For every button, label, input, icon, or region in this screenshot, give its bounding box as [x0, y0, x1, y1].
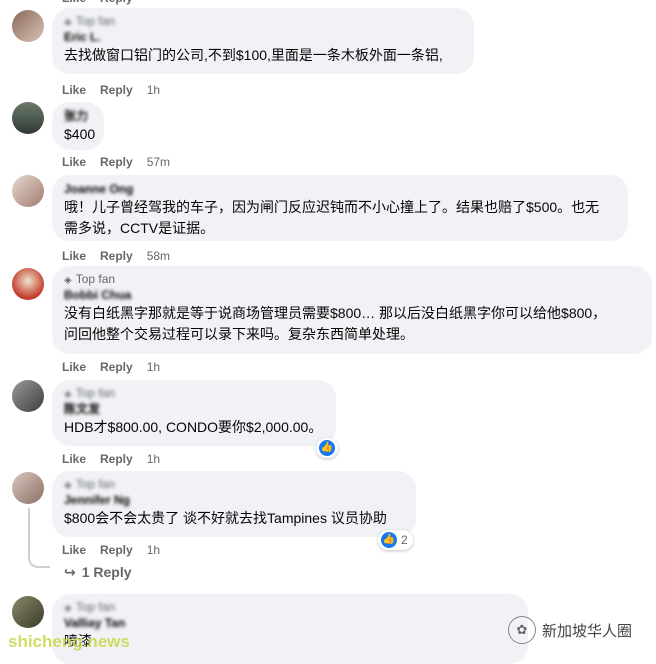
top-fan-badge: ◈ Top fan — [64, 14, 116, 28]
comment-text-line-2: 问回他整个交易过程可以录下来吗。复杂东西简单处理。 — [64, 326, 414, 342]
comment-bubble: ◈ Top fan Eric L. 去找做窗口铝门的公司,不到$100,里面是一条… — [52, 8, 474, 74]
reply-button[interactable]: Reply — [100, 452, 133, 466]
commenter-name[interactable]: Jennifer Ng — [64, 492, 404, 508]
comment-actions: Like Reply 1h — [62, 359, 160, 375]
comment-text-line-1: 没有白纸黑字那就是等于说商场管理员需要$800… 那以后没白纸黑字你可以给他$8… — [64, 305, 607, 321]
timestamp[interactable]: 57m — [147, 155, 170, 169]
commenter-name[interactable]: Valliay Tan — [64, 615, 516, 631]
diamond-icon: ◈ — [64, 603, 72, 614]
avatar[interactable] — [12, 380, 44, 412]
comment-actions: Like Reply 1h — [62, 451, 160, 467]
comment-text: 去找做窗口铝门的公司,不到$100,里面是一条木板外面一条铝, — [64, 47, 443, 63]
commenter-name[interactable]: 张力 — [64, 108, 92, 124]
comment-bubble: ◈ Top fan Bobbi Chua 没有白纸黑字那就是等于说商场管理员需要$… — [52, 266, 652, 354]
comment-actions: Like Reply 58m — [62, 248, 170, 264]
commenter-name[interactable]: Joanne Ong — [64, 181, 616, 197]
comment-bubble: ◈ Top fan 陈文发 HDB才$800.00, CONDO要你$2,000.… — [52, 380, 336, 446]
comment-actions: Like Reply 1h — [62, 542, 160, 558]
wechat-icon: ✿ — [508, 616, 536, 644]
timestamp[interactable]: 1h — [147, 452, 160, 466]
reply-button[interactable]: Reply — [100, 155, 133, 169]
comment-text-line-1: 哦！儿子曾经驾我的车子，因为闸门反应迟钝而不小心撞上了。结果也赔了$500。也无 — [64, 199, 600, 215]
commenter-name[interactable]: 陈文发 — [64, 401, 324, 417]
reaction-number: 2 — [401, 533, 408, 547]
diamond-icon: ◈ — [64, 17, 72, 28]
comment-text-line-2: 需多说，CCTV是证据。 — [64, 220, 215, 236]
like-button[interactable]: Like — [62, 83, 86, 97]
like-button[interactable]: Like — [62, 452, 86, 466]
thread-line — [28, 508, 50, 568]
like-button[interactable]: Like — [62, 249, 86, 263]
avatar[interactable] — [12, 102, 44, 134]
like-button[interactable]: Like — [62, 360, 86, 374]
avatar[interactable] — [12, 10, 44, 42]
top-fan-badge: ◈ Top fan — [64, 600, 116, 614]
view-replies-link[interactable]: ↪ 1 Reply — [64, 564, 132, 581]
commenter-name[interactable]: Eric L. — [64, 29, 462, 45]
comment-bubble: Joanne Ong 哦！儿子曾经驾我的车子，因为闸门反应迟钝而不小心撞上了。结… — [52, 175, 628, 241]
like-button[interactable]: Like — [62, 0, 86, 5]
watermark-channel: ✿ 新加坡华人圈 — [508, 616, 632, 644]
like-button[interactable]: Like — [62, 543, 86, 557]
reply-button[interactable]: Reply — [100, 249, 133, 263]
comment-actions: Like Reply 1h — [62, 82, 160, 98]
reply-button[interactable]: Reply — [100, 360, 133, 374]
top-fan-badge: ◈ Top fan — [64, 386, 116, 400]
comment-text: HDB才$800.00, CONDO要你$2,000.00。 — [64, 419, 323, 435]
comment-bubble: ◈ Top fan Jennifer Ng $800会不会太贵了 谈不好就去找Ta… — [52, 471, 416, 537]
reaction-count[interactable]: 👍 2 — [378, 530, 413, 550]
avatar[interactable] — [12, 268, 44, 300]
top-fan-badge: ◈ Top fan — [64, 272, 116, 286]
diamond-icon: ◈ — [64, 389, 72, 400]
reply-button[interactable]: Reply — [100, 0, 133, 5]
diamond-icon: ◈ — [64, 275, 72, 286]
diamond-icon: ◈ — [64, 480, 72, 491]
comment-actions: Like Reply 57m — [62, 154, 170, 170]
comment-actions-top: Like Reply — [62, 0, 147, 6]
comment-text: 喷漆 — [64, 633, 92, 649]
comment-text: $800会不会太贵了 谈不好就去找Tampines 议员协助 — [64, 510, 387, 526]
timestamp[interactable]: 1h — [147, 83, 160, 97]
comment-bubble: ◈ Top fan Valliay Tan 喷漆 — [52, 594, 528, 664]
top-fan-badge: ◈ Top fan — [64, 477, 116, 491]
timestamp[interactable]: 58m — [147, 249, 170, 263]
reply-arrow-icon: ↪ — [64, 564, 76, 580]
reaction-count[interactable]: 👍 — [316, 438, 338, 458]
commenter-name[interactable]: Bobbi Chua — [64, 287, 640, 303]
avatar[interactable] — [12, 596, 44, 628]
timestamp[interactable]: 1h — [147, 360, 160, 374]
reply-button[interactable]: Reply — [100, 83, 133, 97]
avatar[interactable] — [12, 175, 44, 207]
avatar[interactable] — [12, 472, 44, 504]
comment-bubble: 张力 $400 — [52, 102, 104, 150]
watermark-shicheng: shicheng.news — [8, 632, 130, 651]
thumbs-up-icon: 👍 — [381, 532, 397, 548]
reply-button[interactable]: Reply — [100, 543, 133, 557]
timestamp[interactable]: 1h — [147, 543, 160, 557]
like-button[interactable]: Like — [62, 155, 86, 169]
watermark-channel-name: 新加坡华人圈 — [542, 622, 633, 640]
replies-count-label: 1 Reply — [81, 564, 132, 580]
thumbs-up-icon: 👍 — [319, 440, 335, 456]
comment-text: $400 — [64, 126, 96, 142]
